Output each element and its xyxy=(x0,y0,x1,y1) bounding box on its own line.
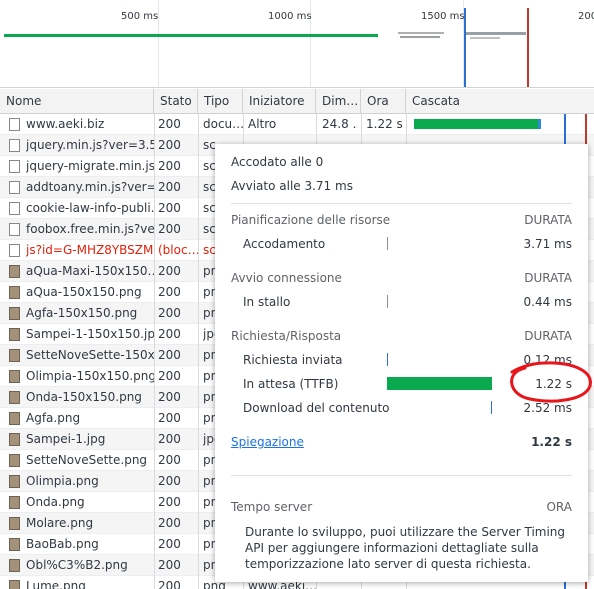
annotation-circle xyxy=(510,361,592,403)
annotation-stroke xyxy=(510,361,592,403)
